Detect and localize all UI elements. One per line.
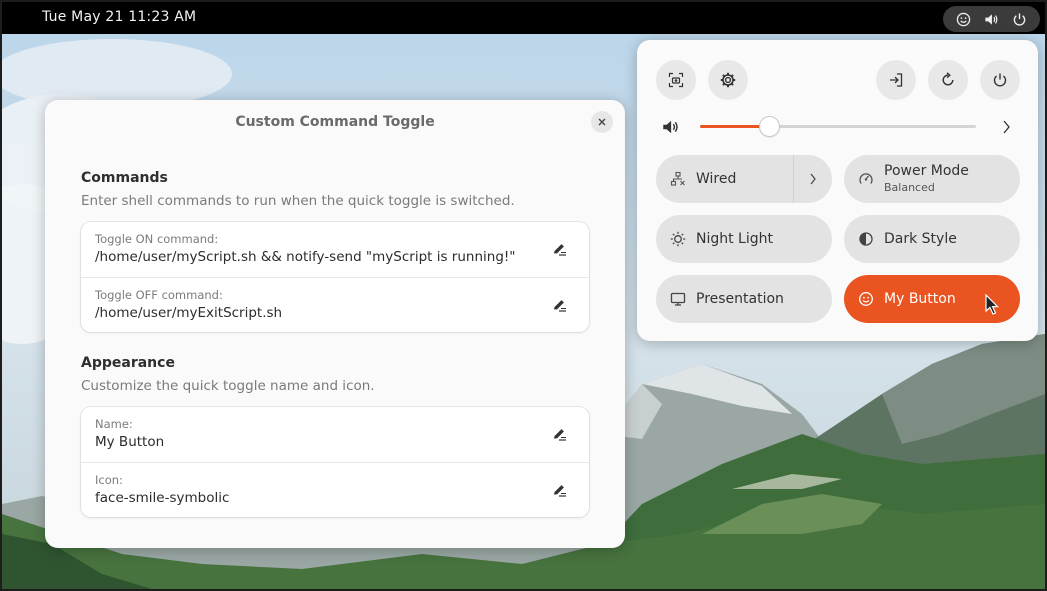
toggle-off-command-label: Toggle OFF command:	[95, 288, 223, 302]
chevron-right-icon[interactable]	[999, 118, 1013, 136]
edit-icon[interactable]	[551, 241, 567, 257]
my-button-label: My Button	[884, 291, 956, 307]
toggle-off-command-row[interactable]: Toggle OFF command: /home/user/myExitScr…	[81, 277, 589, 332]
screenshot-icon	[668, 72, 684, 88]
network-wired-icon	[669, 170, 687, 188]
custom-command-toggle-dialog: Custom Command Toggle Commands Enter she…	[45, 100, 625, 548]
dark-style-icon	[857, 230, 875, 248]
power-mode-subtitle: Balanced	[884, 180, 935, 194]
appearance-group-description: Customize the quick toggle name and icon…	[81, 378, 375, 394]
close-icon	[598, 118, 606, 126]
dialog-title: Custom Command Toggle	[235, 114, 435, 130]
quick-settings-menu: Wired Power Mode Balanced Night Light Da…	[637, 40, 1038, 341]
settings-icon	[720, 72, 736, 88]
commands-card: Toggle ON command: /home/user/myScript.s…	[81, 222, 589, 332]
wired-label: Wired	[696, 171, 737, 187]
appearance-group-title: Appearance	[81, 355, 175, 371]
power-icon	[1011, 10, 1029, 28]
toggle-on-command-label: Toggle ON command:	[95, 232, 219, 246]
screenshot-button[interactable]	[656, 60, 696, 100]
night-light-toggle[interactable]: Night Light	[656, 215, 832, 263]
wired-network-toggle[interactable]: Wired	[656, 155, 832, 203]
restart-button[interactable]	[928, 60, 968, 100]
toggle-off-command-value: /home/user/myExitScript.sh	[95, 305, 283, 321]
name-label: Name:	[95, 417, 133, 431]
edit-icon[interactable]	[551, 426, 567, 442]
power-icon	[993, 73, 1007, 87]
toggle-on-command-row[interactable]: Toggle ON command: /home/user/myScript.s…	[81, 222, 589, 277]
presentation-icon	[669, 290, 687, 308]
power-mode-icon	[857, 170, 875, 188]
appearance-card: Name: My Button Icon: face-smile-symboli…	[81, 407, 589, 517]
mouse-pointer-icon	[985, 294, 999, 315]
night-light-icon	[669, 230, 687, 248]
volume-icon[interactable]	[661, 118, 679, 136]
presentation-label: Presentation	[696, 291, 784, 307]
logout-button[interactable]	[876, 60, 916, 100]
volume-icon	[982, 10, 1000, 28]
face-smile-icon	[857, 290, 875, 308]
settings-button[interactable]	[708, 60, 748, 100]
night-light-label: Night Light	[696, 231, 773, 247]
chevron-right-icon	[810, 173, 816, 185]
system-status-menu[interactable]	[943, 6, 1040, 32]
dark-style-toggle[interactable]: Dark Style	[844, 215, 1020, 263]
clock[interactable]: Tue May 21 11:23 AM	[42, 9, 196, 25]
toggle-on-command-value: /home/user/myScript.sh && notify-send "m…	[95, 249, 516, 265]
face-smile-icon	[954, 10, 972, 28]
power-off-button[interactable]	[980, 60, 1020, 100]
name-row[interactable]: Name: My Button	[81, 407, 589, 462]
close-button[interactable]	[591, 111, 613, 133]
volume-slider-handle[interactable]	[760, 117, 779, 136]
icon-row[interactable]: Icon: face-smile-symbolic	[81, 462, 589, 517]
icon-label: Icon:	[95, 473, 123, 487]
edit-icon[interactable]	[551, 482, 567, 498]
top-bar: Tue May 21 11:23 AM	[2, 2, 1045, 34]
name-value: My Button	[95, 434, 165, 450]
edit-icon[interactable]	[551, 297, 567, 313]
volume-slider[interactable]	[700, 117, 976, 136]
power-mode-toggle[interactable]: Power Mode Balanced	[844, 155, 1020, 203]
commands-group-title: Commands	[81, 170, 168, 186]
logout-icon	[890, 73, 903, 87]
restart-icon	[942, 72, 954, 86]
commands-group-description: Enter shell commands to run when the qui…	[81, 193, 515, 209]
power-mode-label: Power Mode	[884, 162, 969, 179]
icon-value: face-smile-symbolic	[95, 490, 230, 506]
dark-style-label: Dark Style	[884, 231, 957, 247]
presentation-toggle[interactable]: Presentation	[656, 275, 832, 323]
wired-menu-button[interactable]	[793, 155, 832, 203]
volume-slider-fill	[700, 125, 769, 128]
